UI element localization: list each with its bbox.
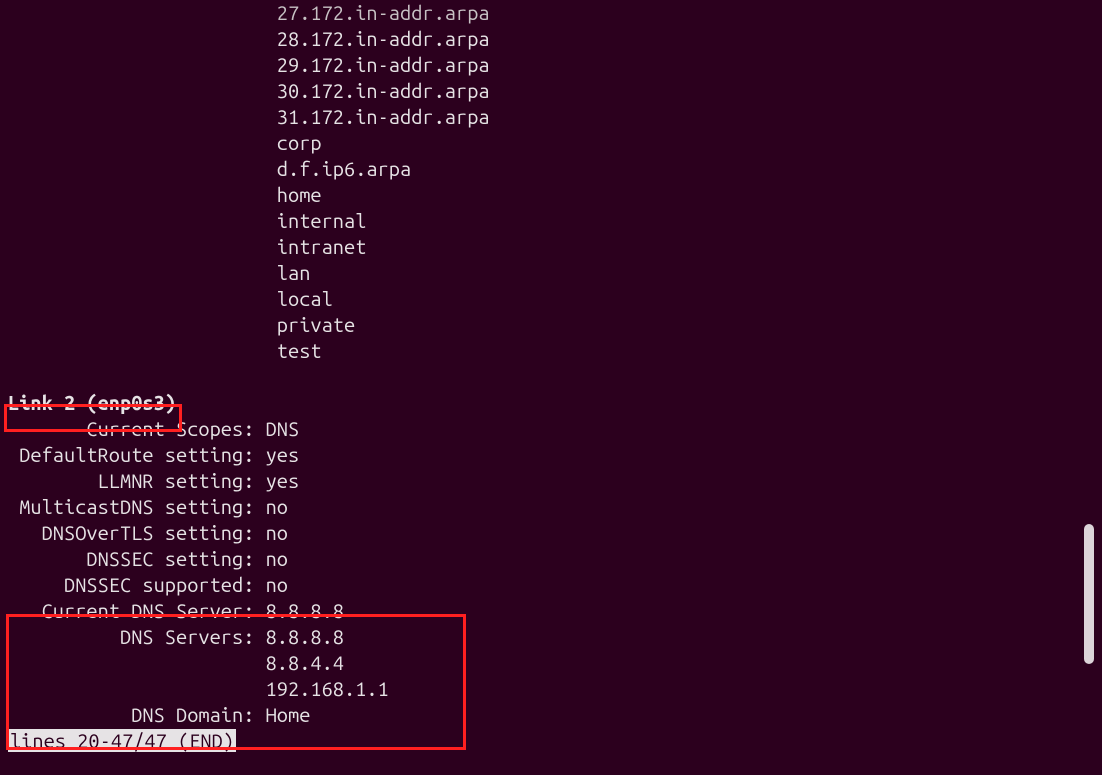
setting-row: LLMNR setting: yes bbox=[8, 468, 1102, 494]
pager-status-line: lines 20-47/47 (END) bbox=[8, 728, 1102, 754]
domain-list-item: 27.172.in-addr.arpa bbox=[8, 0, 1102, 26]
domain-list-item: 30.172.in-addr.arpa bbox=[8, 78, 1102, 104]
domain-list-item: private bbox=[8, 312, 1102, 338]
setting-row: 192.168.1.1 bbox=[8, 676, 1102, 702]
setting-row: DNS Servers: 8.8.8.8 bbox=[8, 624, 1102, 650]
pager-status: lines 20-47/47 (END) bbox=[8, 729, 236, 752]
setting-row: DefaultRoute setting: yes bbox=[8, 442, 1102, 468]
setting-row: Current Scopes: DNS bbox=[8, 416, 1102, 442]
domain-list-item: 31.172.in-addr.arpa bbox=[8, 104, 1102, 130]
setting-row: MulticastDNS setting: no bbox=[8, 494, 1102, 520]
scrollbar-thumb[interactable] bbox=[1084, 524, 1094, 664]
domain-list-item: internal bbox=[8, 208, 1102, 234]
domain-list-item: home bbox=[8, 182, 1102, 208]
domain-list-item: corp bbox=[8, 130, 1102, 156]
setting-row: DNS Domain: Home bbox=[8, 702, 1102, 728]
setting-row: Current DNS Server: 8.8.8.8 bbox=[8, 598, 1102, 624]
domain-list-item: d.f.ip6.arpa bbox=[8, 156, 1102, 182]
setting-row: DNSOverTLS setting: no bbox=[8, 520, 1102, 546]
domain-list-item: local bbox=[8, 286, 1102, 312]
domain-list-item: 29.172.in-addr.arpa bbox=[8, 52, 1102, 78]
scrollbar-vertical[interactable] bbox=[1084, 0, 1094, 775]
domain-list-item: 28.172.in-addr.arpa bbox=[8, 26, 1102, 52]
link-heading: Link 2 (enp0s3) bbox=[8, 390, 1102, 416]
domain-list-item: lan bbox=[8, 260, 1102, 286]
terminal-output[interactable]: 27.172.in-addr.arpa 28.172.in-addr.arpa … bbox=[0, 0, 1102, 754]
blank-line bbox=[8, 364, 1102, 390]
setting-row: DNSSEC setting: no bbox=[8, 546, 1102, 572]
domain-list-item: intranet bbox=[8, 234, 1102, 260]
domain-list-item: test bbox=[8, 338, 1102, 364]
setting-row: DNSSEC supported: no bbox=[8, 572, 1102, 598]
setting-row: 8.8.4.4 bbox=[8, 650, 1102, 676]
